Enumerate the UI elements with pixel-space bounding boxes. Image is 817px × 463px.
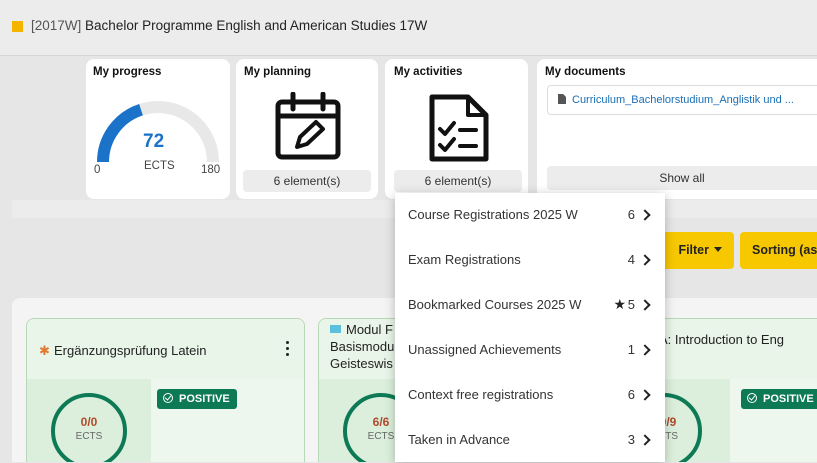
star-icon: ★	[613, 296, 626, 312]
curriculum-document-link[interactable]: Curriculum_Bachelorstudium_Anglistik und…	[547, 85, 817, 115]
programme-color-marker	[12, 21, 23, 32]
check-circle-icon	[747, 393, 757, 403]
module-card-title: Ergänzungsprüfung Latein	[54, 343, 207, 358]
positive-status-badge: POSITIVE	[741, 389, 817, 409]
module-ects-unit: ECTS	[75, 431, 103, 442]
programme-title: [2017W] Bachelor Programme English and A…	[31, 18, 427, 33]
positive-status-badge: POSITIVE	[157, 389, 237, 409]
progress-max: 180	[201, 164, 221, 176]
menu-item-exam-registrations[interactable]: Exam Registrations 4	[395, 238, 665, 283]
chevron-right-icon	[639, 389, 651, 401]
programme-code: [2017W]	[31, 18, 82, 33]
progress-min: 0	[94, 164, 101, 176]
filter-button-label: Filter	[678, 243, 709, 257]
documents-tile-title: My documents	[545, 66, 626, 78]
progress-ects-value: 72	[143, 131, 165, 152]
module-ects-value: 6/6	[372, 415, 390, 429]
gauge-fill	[97, 103, 144, 163]
chevron-right-icon	[639, 434, 651, 446]
module-card-title-line3: Geisteswis	[330, 356, 393, 371]
progress-tile-title: My progress	[93, 66, 162, 78]
curriculum-document-label: Curriculum_Bachelorstudium_Anglistik und…	[572, 94, 794, 106]
chevron-right-icon	[639, 254, 651, 266]
module-ects-unit: ECTS	[367, 431, 395, 442]
chevron-right-icon	[639, 344, 651, 356]
module-card-basismodul[interactable]: Modul F Basismodu Geisteswis 6/6 ECTS	[318, 318, 398, 462]
chevron-right-icon	[639, 209, 651, 221]
menu-item-unassigned-achievements[interactable]: Unassigned Achievements 1	[395, 328, 665, 373]
module-card-introduction[interactable]: ul A: Introduction to Eng s I 9/9 CTS PO…	[640, 318, 817, 462]
pdf-file-icon	[558, 94, 566, 104]
planning-count[interactable]: 6 element(s)	[243, 170, 371, 192]
module-card-title-line1: ul A: Introduction to Eng	[646, 332, 785, 347]
menu-item-taken-in-advance[interactable]: Taken in Advance 3	[395, 418, 665, 463]
kebab-menu-icon[interactable]	[283, 339, 293, 359]
sorting-button[interactable]: Sorting (as	[740, 232, 817, 269]
activities-dropdown-menu: Course Registrations 2025 W 6 Exam Regis…	[395, 193, 665, 462]
activities-tile-title: My activities	[394, 66, 463, 78]
module-card-title-line2: Basismodu	[330, 339, 395, 354]
module-ects-value: 0/0	[80, 415, 98, 429]
checklist-icon	[429, 94, 489, 162]
calendar-edit-icon	[275, 92, 341, 160]
filter-button[interactable]: Filter	[658, 232, 734, 269]
chevron-down-icon	[714, 247, 722, 252]
programme-name: Bachelor Programme English and American …	[85, 18, 428, 33]
activities-count[interactable]: 6 element(s)	[394, 170, 522, 192]
module-card-latein[interactable]: ✱ Ergänzungsprüfung Latein 0/0 ECTS POSI…	[26, 318, 305, 462]
check-circle-icon	[163, 393, 173, 403]
menu-item-course-registrations[interactable]: Course Registrations 2025 W 6	[395, 193, 665, 238]
planning-tile-title: My planning	[244, 66, 312, 78]
show-all-documents-button[interactable]: Show all	[547, 166, 817, 190]
asterisk-icon: ✱	[39, 343, 50, 358]
chevron-right-icon	[639, 299, 651, 311]
menu-item-context-free-registrations[interactable]: Context free registrations 6	[395, 373, 665, 418]
menu-item-bookmarked-courses[interactable]: Bookmarked Courses 2025 W ★ 5	[395, 283, 665, 328]
module-color-marker	[330, 325, 341, 333]
module-card-title-line1: Modul F	[346, 322, 393, 337]
progress-ects-unit: ECTS	[144, 160, 175, 172]
